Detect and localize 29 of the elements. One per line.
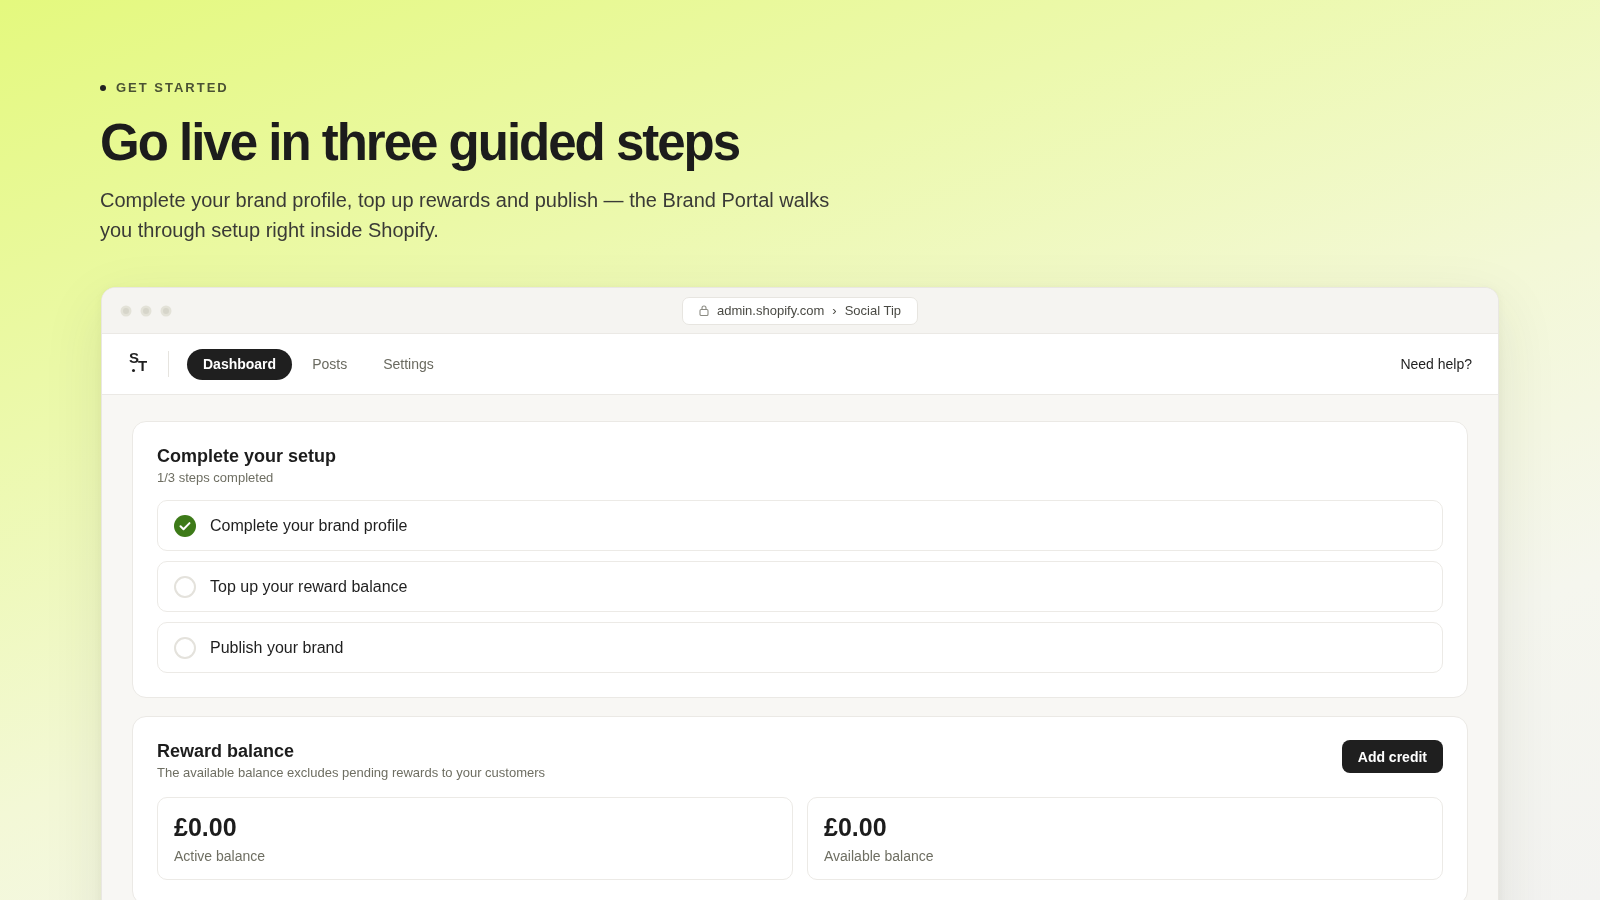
- window-dot-icon: [160, 304, 172, 317]
- card-title: Reward balance: [157, 740, 295, 763]
- headline: Go live in three guided steps: [100, 113, 740, 173]
- window-dot-icon: [120, 304, 132, 317]
- setup-step[interactable]: Publish your brand: [157, 622, 1443, 673]
- nav-tab[interactable]: Settings: [367, 348, 450, 380]
- add-credit-button[interactable]: Add credit: [1341, 740, 1443, 773]
- brand-logo[interactable]: ST: [128, 353, 150, 375]
- intro-paragraph: Complete your brand profile, top up rewards and publish — the Brand Portal walks you through setup right inside Shopify.: [100, 188, 831, 243]
- card-title: Complete your setup: [157, 445, 337, 468]
- step-label: Complete your brand profile: [210, 516, 408, 535]
- step-label: Publish your brand: [210, 638, 344, 657]
- setup-step[interactable]: Top up your reward balance: [157, 561, 1443, 612]
- nav-tab[interactable]: Dashboard: [187, 348, 293, 380]
- balance-label: Active balance: [174, 847, 267, 865]
- balance-amount: £0.00: [824, 812, 887, 842]
- window-dot-icon: [140, 304, 152, 317]
- balance-label: Available balance: [824, 847, 935, 865]
- eyebrow-label: GET STARTED: [116, 80, 229, 95]
- nav-tab[interactable]: Posts: [296, 348, 364, 380]
- balance-amount: £0.00: [174, 812, 237, 842]
- step-label: Top up your reward balance: [210, 577, 408, 596]
- card-description: The available balance excludes pending rewards to your customers: [157, 764, 546, 781]
- bullet-icon: [100, 84, 106, 91]
- help-link[interactable]: Need help?: [1400, 356, 1472, 372]
- lock-icon: [698, 305, 709, 316]
- address-bar[interactable]: admin.shopify.com › Social Tip: [681, 296, 919, 325]
- setup-step[interactable]: Complete your brand profile: [157, 500, 1443, 551]
- progress-text: 1/3 steps completed: [157, 469, 275, 486]
